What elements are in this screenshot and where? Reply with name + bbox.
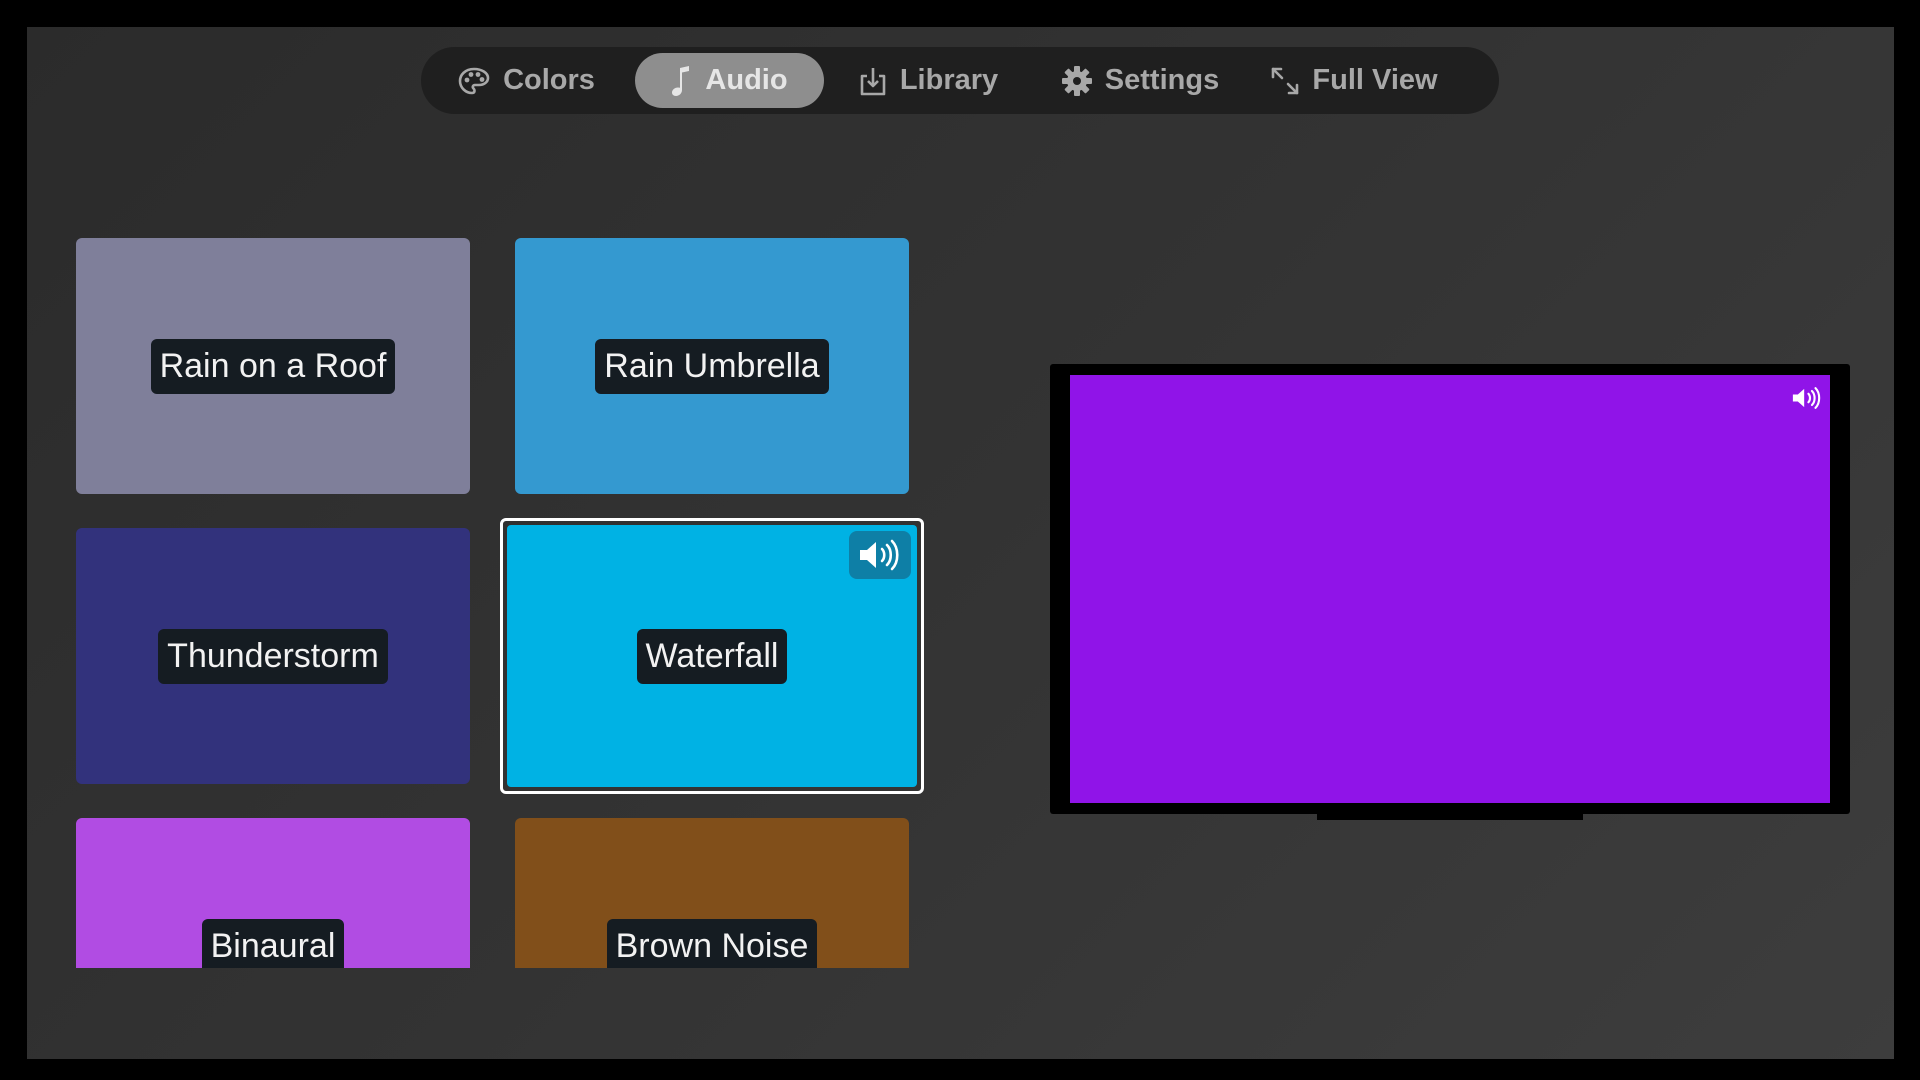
download-tray-icon (858, 65, 888, 97)
tab-settings[interactable]: Settings (1055, 53, 1225, 108)
tile-thunderstorm[interactable]: Thunderstorm (76, 528, 470, 784)
tile-row-partial: Binaural Brown Noise (27, 818, 1027, 968)
tab-full-view-label: Full View (1312, 64, 1438, 96)
tile-label: Binaural (201, 918, 345, 968)
tab-library[interactable]: Library (849, 53, 1007, 108)
tab-settings-label: Settings (1104, 64, 1220, 96)
tile-label: Brown Noise (606, 918, 818, 968)
tile-rain-umbrella[interactable]: Rain Umbrella (515, 238, 909, 494)
monitor-stand (1317, 813, 1583, 820)
tab-colors-label: Colors (503, 64, 595, 96)
top-nav: Colors Audio Library Settings Full View (421, 47, 1499, 114)
app-screen: Colors Audio Library Settings Full View … (27, 27, 1894, 1059)
tile-brown-noise[interactable]: Brown Noise (515, 818, 909, 968)
tab-audio-label: Audio (705, 64, 788, 96)
tile-label: Waterfall (636, 628, 788, 684)
tab-library-label: Library (899, 64, 999, 96)
palette-icon (457, 66, 491, 96)
tile-label: Rain Umbrella (595, 338, 829, 394)
tab-full-view[interactable]: Full View (1264, 53, 1444, 108)
preview-monitor (1050, 364, 1850, 814)
music-note-icon (671, 64, 693, 98)
tile-binaural[interactable]: Binaural (76, 818, 470, 968)
tile-label: Thunderstorm (158, 628, 388, 684)
preview-screen (1070, 375, 1830, 803)
tab-colors[interactable]: Colors (457, 53, 595, 108)
gear-icon (1061, 65, 1093, 97)
tile-waterfall-body: Waterfall (507, 525, 917, 787)
tile-waterfall[interactable]: Waterfall (500, 518, 924, 794)
speaker-icon (849, 531, 911, 579)
expand-arrows-icon (1270, 66, 1300, 96)
tab-audio[interactable]: Audio (635, 53, 824, 108)
tile-label: Rain on a Roof (150, 338, 396, 394)
tile-rain-on-a-roof[interactable]: Rain on a Roof (76, 238, 470, 494)
speaker-icon (1790, 386, 1824, 415)
